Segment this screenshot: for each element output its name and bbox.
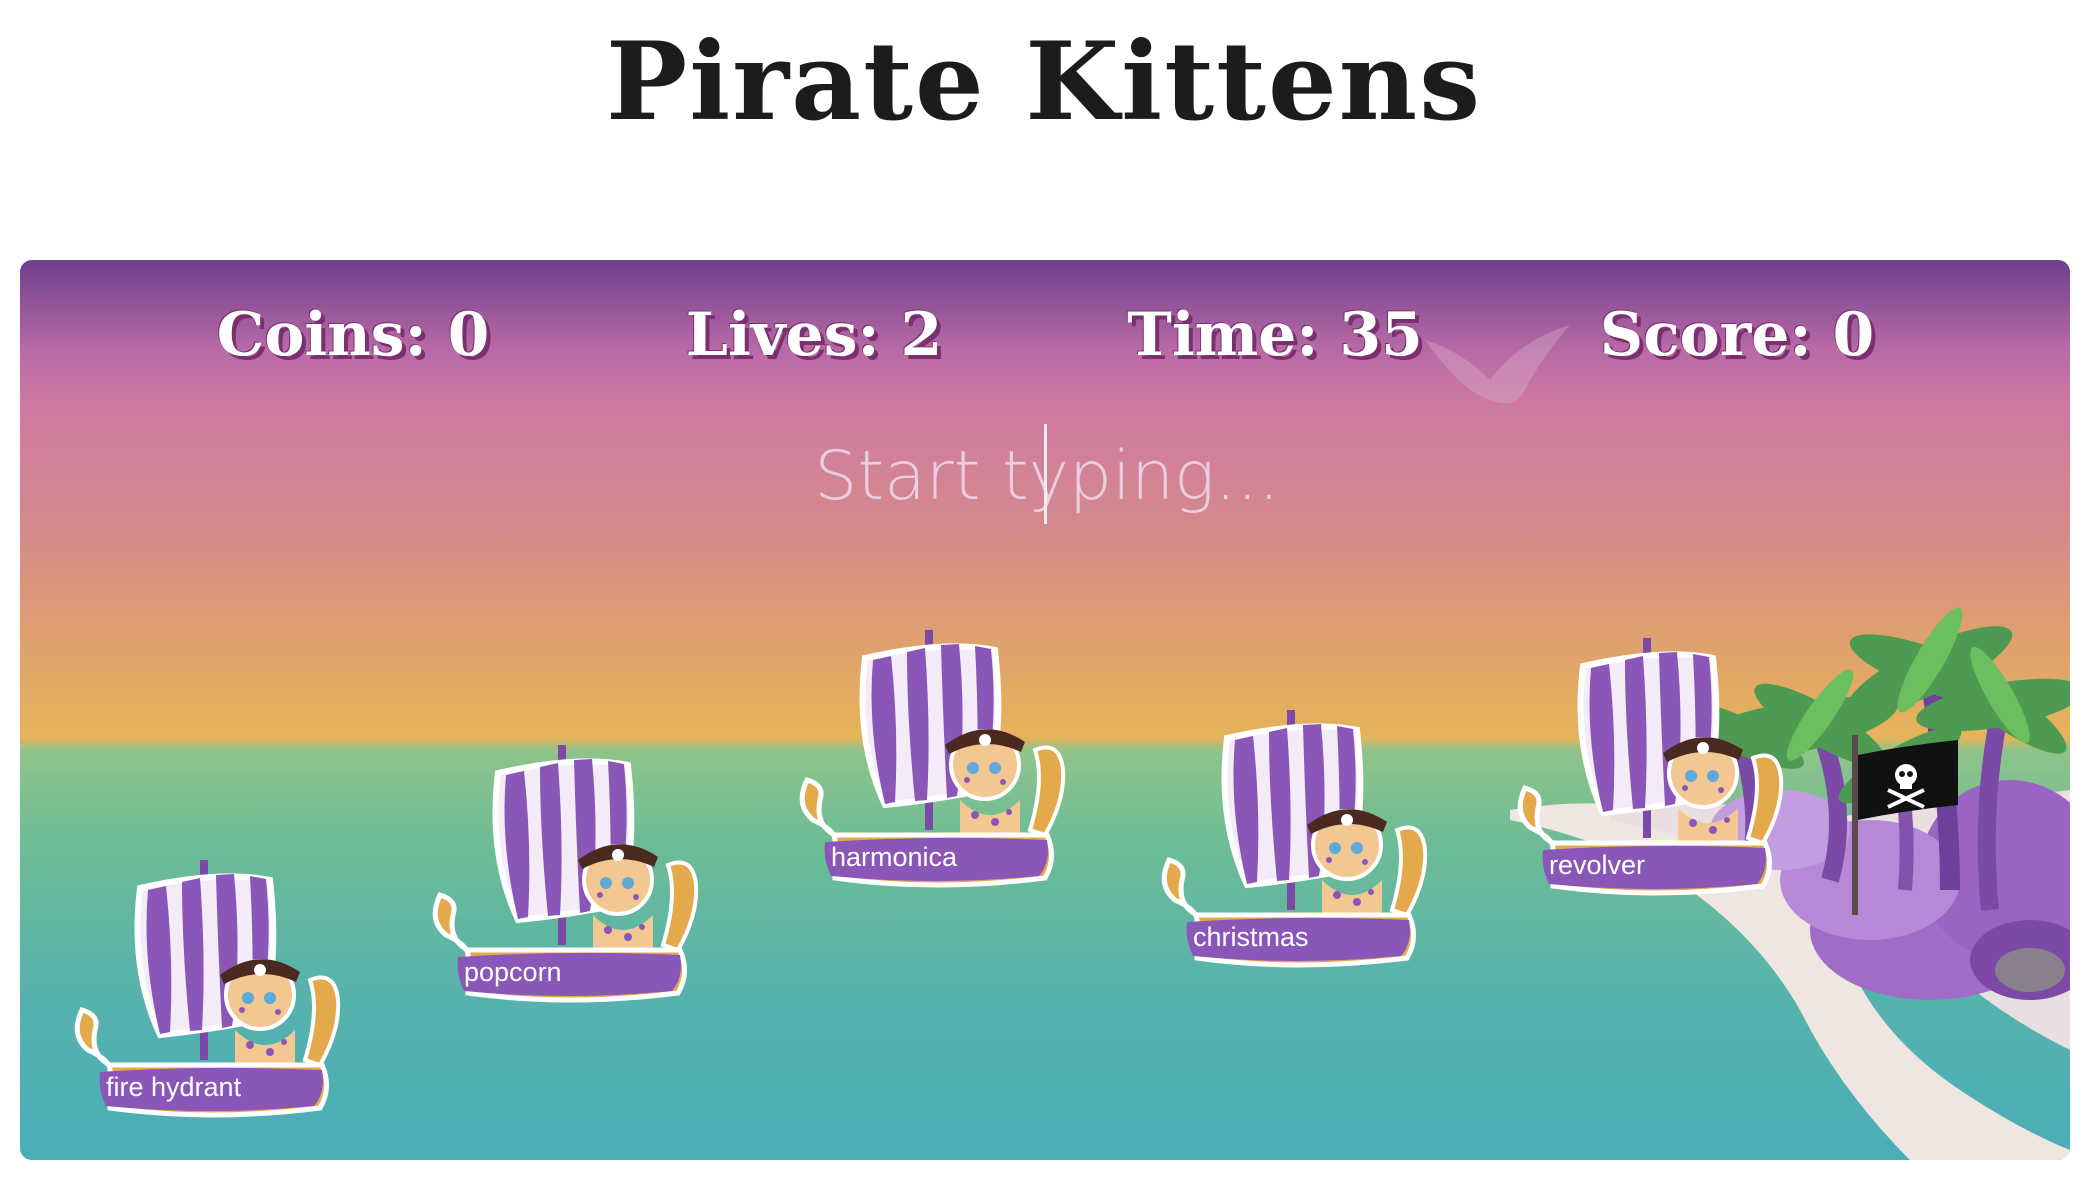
pirate-ship-3: harmonica [795, 630, 1075, 890]
typing-input[interactable] [645, 425, 1449, 527]
ship-word: harmonica [831, 842, 958, 872]
text-caret [1044, 424, 1047, 524]
score-counter: Score: 0 [1599, 300, 1875, 370]
hud-bar: Coins: 0 Lives: 2 Time: 35 Score: 0 [20, 300, 2070, 390]
skull-crossbones-flag-icon [1852, 735, 1958, 915]
coins-counter: Coins: 0 [216, 300, 490, 370]
game-stage: Coins: 0 Lives: 2 Time: 35 Score: 0 Star… [20, 260, 2070, 1160]
ship-word: revolver [1549, 850, 1646, 880]
pirate-ship-4: christmas [1157, 710, 1437, 970]
ship-word: popcorn [464, 957, 562, 987]
pirate-ship-5: revolver [1513, 638, 1793, 898]
time-counter: Time: 35 [1127, 300, 1423, 370]
pirate-ship-2: popcorn [428, 745, 708, 1005]
page-title: Pirate Kittens [605, 19, 1483, 145]
seagull-icon [1425, 325, 1570, 404]
ship-word: fire hydrant [106, 1072, 242, 1102]
ship-word: christmas [1193, 922, 1309, 952]
lives-counter: Lives: 2 [685, 300, 943, 370]
pirate-ship-1: fire hydrant [70, 860, 350, 1120]
